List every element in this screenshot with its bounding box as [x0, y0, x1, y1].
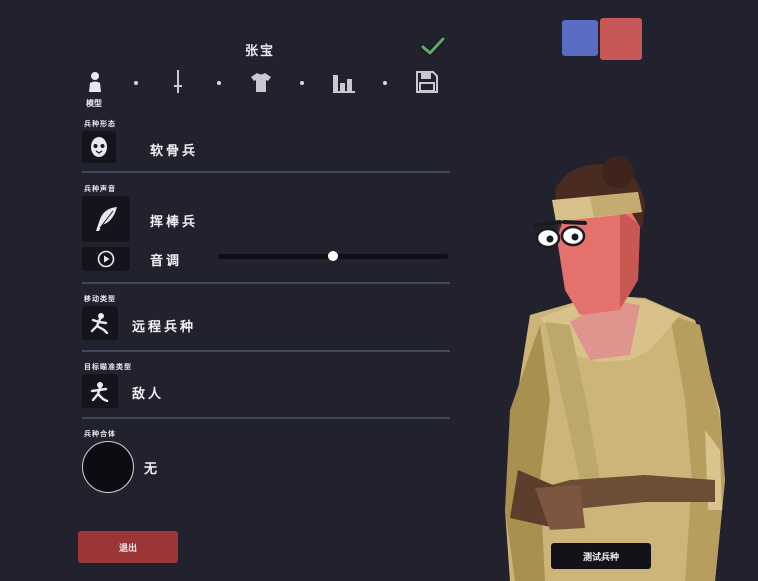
merge-unit-slot[interactable] [82, 441, 134, 493]
play-voice-button[interactable] [82, 247, 130, 271]
save-icon [416, 71, 438, 93]
stats-icon [333, 75, 355, 93]
pitch-slider[interactable] [218, 251, 448, 261]
voice-section-label: 兵种声音 [84, 185, 116, 193]
play-icon [97, 250, 115, 268]
tab-separator [217, 81, 221, 85]
tab-model[interactable]: 模型 [82, 68, 108, 108]
voice-value[interactable]: 挥棒兵 [150, 211, 198, 230]
confirm-check-icon[interactable] [420, 34, 446, 58]
unit-preview-character[interactable] [470, 150, 758, 581]
shirt-icon [251, 73, 271, 92]
unit-pose-icon [90, 382, 109, 402]
exit-button[interactable]: 退出 [78, 531, 178, 563]
form-section-label: 兵种形态 [84, 120, 116, 128]
merge-value: 无 [144, 462, 161, 477]
section-divider [82, 350, 450, 352]
tab-stats[interactable] [331, 68, 357, 96]
pitch-label: 音调 [150, 254, 183, 269]
tab-separator [134, 81, 138, 85]
section-divider [82, 171, 450, 173]
test-unit-button[interactable]: 测试兵种 [551, 543, 651, 569]
mask-icon [91, 137, 107, 157]
tab-separator [383, 81, 387, 85]
targeting-value[interactable]: 敌人 [132, 383, 164, 402]
tab-separator [300, 81, 304, 85]
unit-name-title[interactable]: 张宝 [200, 40, 320, 59]
voice-icon-button[interactable] [82, 196, 130, 242]
team-blue-swatch[interactable] [562, 20, 598, 56]
movement-icon-button[interactable] [82, 306, 118, 340]
editor-tabs: 模型 [82, 68, 452, 108]
sword-icon [174, 70, 182, 93]
tab-clothing[interactable] [248, 68, 274, 96]
movement-section-label: 移动类型 [84, 295, 116, 303]
section-divider [82, 282, 450, 284]
merge-section-label: 兵种合体 [84, 430, 116, 438]
section-divider [82, 417, 450, 419]
tab-model-label: 模型 [86, 99, 102, 108]
person-icon [89, 72, 101, 92]
movement-value[interactable]: 远程兵种 [132, 316, 196, 335]
form-value[interactable]: 软骨兵 [150, 140, 198, 159]
targeting-section-label: 目标瞄准类型 [84, 363, 132, 371]
feather-icon [96, 207, 117, 231]
tab-weapons[interactable] [165, 68, 191, 96]
unit-pose-icon [90, 313, 109, 334]
pitch-slider-handle[interactable] [328, 251, 338, 261]
targeting-icon-button[interactable] [82, 374, 118, 408]
tab-save[interactable] [414, 68, 440, 96]
form-icon-button[interactable] [82, 131, 116, 163]
team-red-swatch[interactable] [600, 18, 642, 60]
